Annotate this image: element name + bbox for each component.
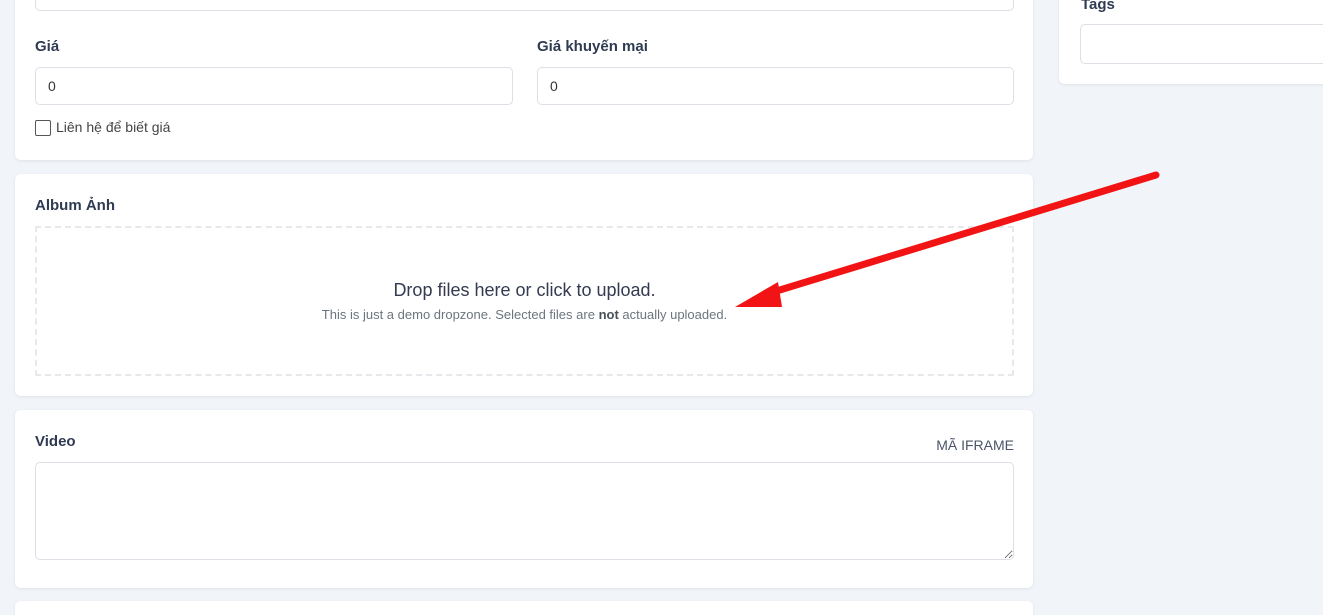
arrow-shaft bbox=[766, 171, 1160, 297]
arrow-head bbox=[735, 282, 782, 307]
annotation-arrow bbox=[735, 171, 1160, 307]
